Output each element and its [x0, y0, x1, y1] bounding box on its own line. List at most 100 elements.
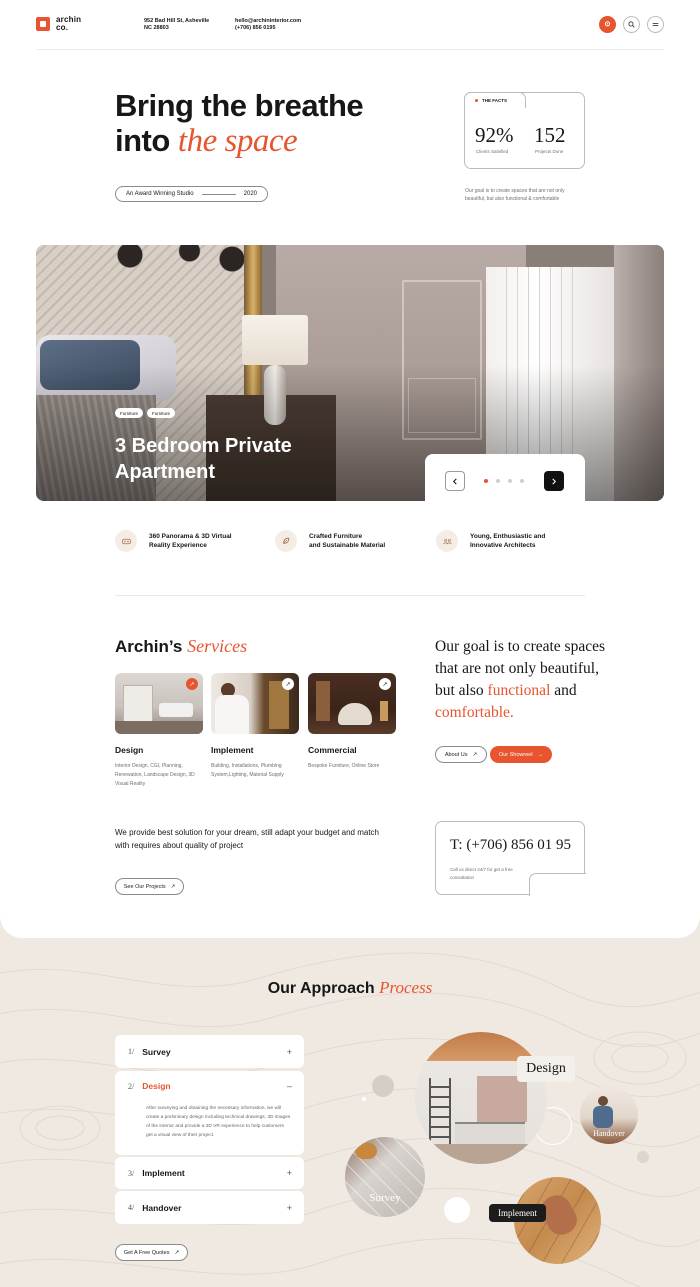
chevron-right-icon	[552, 478, 557, 484]
slide-tag[interactable]: Furniture	[147, 408, 176, 418]
search-icon	[628, 21, 635, 28]
menu-button[interactable]	[647, 16, 664, 33]
award-year: 2020	[243, 191, 257, 197]
arrow-up-right-icon[interactable]: ↗	[282, 678, 294, 690]
solution-text: We provide best solution for your dream,…	[115, 828, 379, 850]
about-us-button[interactable]: About Us ↗	[435, 746, 487, 763]
facts-card: THE FACTS 92% Clients Satisfied 152 Proj…	[464, 92, 585, 169]
slide-dot[interactable]	[496, 479, 500, 483]
step-implement[interactable]: 3/Implement +	[115, 1157, 304, 1189]
hero-slide-image: Furniture Furniture 3 Bedroom Private Ap…	[36, 245, 664, 501]
design-label: Design	[517, 1056, 575, 1082]
step-name: Survey	[142, 1046, 171, 1057]
service-implement-name[interactable]: Implement	[211, 745, 254, 755]
survey-label: Survey	[369, 1192, 401, 1204]
survey-circle-image: Survey	[345, 1137, 425, 1217]
step-survey[interactable]: 1/Survey +	[115, 1035, 304, 1068]
next-slide-button[interactable]	[544, 471, 564, 491]
prev-slide-button[interactable]	[445, 471, 465, 491]
feature-furniture: Crafted Furniture and Sustainable Materia…	[275, 530, 385, 552]
site-header: archin co. 952 Bad Hill St, Asheville NC…	[36, 14, 664, 38]
phone-number[interactable]: T: (+706) 856 01 95	[450, 837, 571, 854]
see-projects-button[interactable]: See Our Projects ↗	[115, 878, 184, 895]
logo-line2: co.	[56, 23, 69, 32]
step-handover[interactable]: 4/Handover +	[115, 1191, 304, 1224]
hero-title-line1: Bring the breathe	[115, 88, 364, 123]
service-commercial-desc: Bespoke Furniture, Online Store	[308, 763, 380, 769]
decor-bubble	[637, 1151, 649, 1163]
fact-clients-label: Clients Satisfied	[476, 149, 509, 154]
plus-icon[interactable]: +	[287, 1203, 292, 1213]
leaf-icon	[275, 530, 297, 552]
team-icon	[436, 530, 458, 552]
slide-dot[interactable]	[484, 479, 488, 483]
goal-accent-comfortable: comfortable.	[435, 704, 514, 721]
arrow-right-icon: →	[537, 751, 544, 758]
feature-architects: Young, Enthusiastic and Innovative Archit…	[436, 530, 545, 552]
award-pill: An Award Winning Studio 2020	[115, 186, 268, 202]
fact-projects-value: 152	[534, 123, 566, 147]
approach-title: Our Approach Process	[0, 978, 700, 998]
arrow-up-right-icon: ↗	[170, 883, 176, 890]
location-pin-icon	[604, 21, 611, 27]
service-design-desc: Interior Design, CGI, Planning, Renewati…	[115, 763, 195, 787]
location-button[interactable]	[599, 16, 616, 33]
fact-projects-label: Projects Done	[535, 149, 564, 154]
goal-statement: Our goal is to create spaces that are no…	[435, 638, 606, 721]
service-design-name[interactable]: Design	[115, 745, 143, 755]
decor-bubble	[444, 1197, 470, 1223]
showreel-button[interactable]: Our Showreel →	[490, 746, 552, 763]
phone-link[interactable]: (+706) 856 0195	[235, 25, 301, 32]
logo[interactable]: archin co.	[36, 16, 81, 32]
phone-card[interactable]: T: (+706) 856 01 95 Call us direct 24/7 …	[435, 821, 586, 896]
address: 952 Bad Hill St, Asheville NC 28803	[144, 18, 209, 32]
service-design-image[interactable]: ↗	[115, 673, 203, 734]
slide-dot[interactable]	[520, 479, 524, 483]
feature-architects-line1: Young, Enthusiastic and	[470, 533, 546, 540]
slide-tags: Furniture Furniture	[115, 408, 176, 418]
email-link[interactable]: hello@archininterior.com	[235, 18, 301, 25]
arrow-up-right-icon: ↗	[174, 1249, 180, 1256]
approach-title-accent: Process	[379, 978, 433, 997]
feature-vr-line1: 360 Panorama & 3D Virtual	[149, 533, 232, 540]
step-design[interactable]: 2/Design – After surveying and obtaining…	[115, 1071, 304, 1155]
arrow-up-right-icon[interactable]: ↗	[186, 678, 198, 690]
facts-tab: THE FACTS	[464, 92, 526, 108]
arrow-up-right-icon[interactable]: ↗	[379, 678, 391, 690]
implement-label: Implement	[489, 1204, 546, 1222]
services-title-plain: Archin’s	[115, 637, 188, 656]
service-implement-desc: Building, Installations, Plumbing System…	[211, 763, 284, 778]
handover-circle-image: Handover	[580, 1086, 638, 1144]
vr-headset-icon	[115, 530, 137, 552]
step-name: Implement	[142, 1168, 185, 1178]
arrow-up-right-icon: ↗	[472, 751, 478, 758]
logo-mark-icon	[36, 17, 50, 31]
fact-clients-value: 92%	[475, 123, 514, 147]
contact: hello@archininterior.com (+706) 856 0195	[235, 18, 301, 32]
slide-dot[interactable]	[508, 479, 512, 483]
service-commercial-image[interactable]: ↗	[308, 673, 396, 734]
plus-icon[interactable]: +	[287, 1168, 292, 1178]
award-divider	[201, 193, 236, 195]
plus-icon[interactable]: +	[287, 1047, 292, 1057]
free-quote-button[interactable]: Get A Free Quotes ↗	[115, 1244, 188, 1261]
slide-caption: 3 Bedroom Private Apartment	[115, 435, 292, 483]
address-line1: 952 Bad Hill St, Asheville	[144, 18, 210, 24]
service-implement-image[interactable]: ↗	[211, 673, 299, 734]
search-button[interactable]	[623, 16, 640, 33]
service-commercial-name[interactable]: Commercial	[308, 745, 357, 755]
header-divider	[36, 49, 664, 50]
minus-icon[interactable]: –	[287, 1081, 292, 1091]
section-divider	[115, 595, 585, 596]
step-number: 3/	[128, 1168, 135, 1178]
hero-title-line2: into the space	[115, 123, 363, 159]
step-number: 1/	[128, 1047, 135, 1056]
facts-note: Our goal is to create spaces that are no…	[465, 188, 565, 202]
phone-note: Call us direct 24/7 for get a free consu…	[450, 867, 513, 880]
feature-architects-line2: Innovative Architects	[470, 542, 536, 549]
slide-tag[interactable]: Furniture	[115, 408, 144, 418]
goal-accent-functional: functional	[487, 682, 551, 699]
facts-label: THE FACTS	[482, 98, 508, 103]
design-circle-image	[415, 1032, 547, 1164]
services-title-accent: Services	[187, 636, 248, 656]
